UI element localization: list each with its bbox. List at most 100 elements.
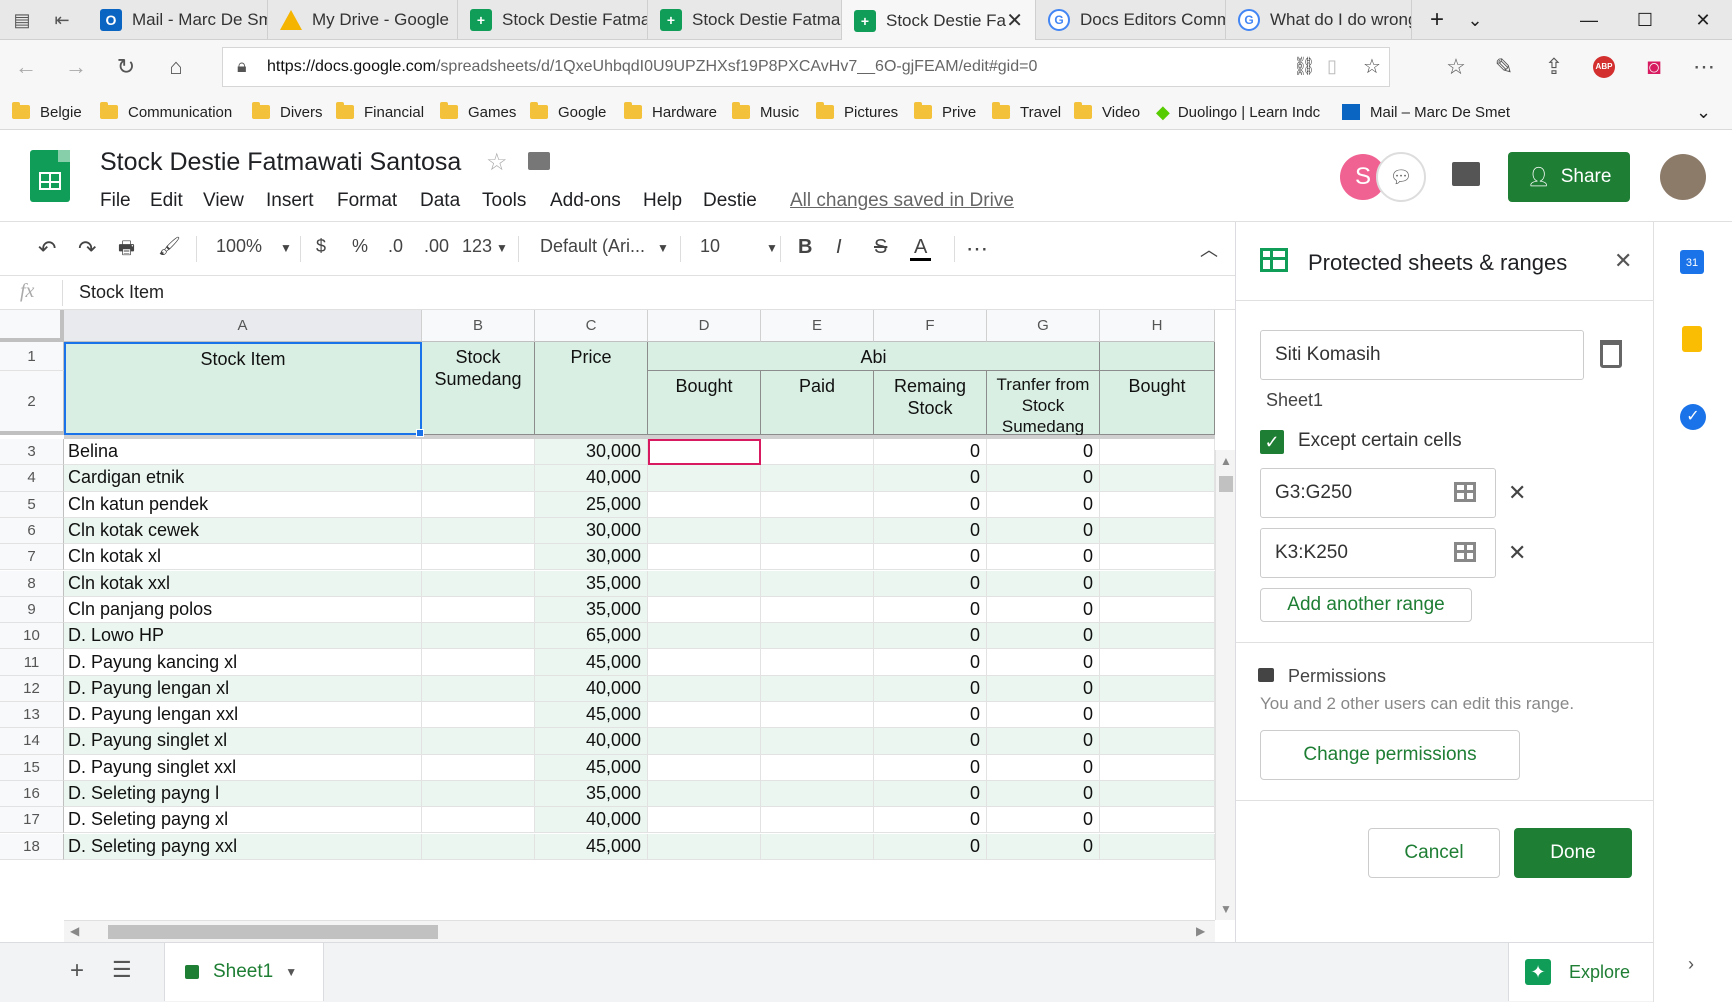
cell-transfer[interactable]: 0: [987, 675, 1100, 702]
column-header[interactable]: A: [64, 310, 422, 342]
scope-label[interactable]: Sheet1: [1266, 390, 1323, 411]
cell-bought-h[interactable]: [1100, 596, 1215, 624]
cell-price[interactable]: 40,000: [535, 465, 648, 492]
font-family-select[interactable]: Default (Ari... ▼: [540, 236, 669, 257]
change-permissions-button[interactable]: Change permissions: [1260, 730, 1520, 780]
cell-bought-h[interactable]: [1100, 439, 1215, 466]
bookmark-folder[interactable]: Video: [1074, 100, 1140, 124]
cell-paid[interactable]: [761, 649, 874, 676]
move-folder-icon[interactable]: [528, 152, 550, 170]
browser-tab[interactable]: My Drive - Google: [268, 0, 458, 40]
menu-view[interactable]: View: [203, 190, 244, 212]
row-header[interactable]: 17: [0, 807, 64, 834]
cell-remaing-stock[interactable]: 0: [874, 570, 987, 597]
cell-bought-h[interactable]: [1100, 807, 1215, 834]
cell-remaing-stock[interactable]: 0: [874, 439, 987, 466]
cell-paid[interactable]: [761, 702, 874, 729]
cell-price[interactable]: 30,000: [535, 544, 648, 571]
cell-paid[interactable]: [761, 728, 874, 755]
column-header[interactable]: H: [1100, 310, 1215, 342]
header-h1[interactable]: [1100, 342, 1215, 371]
header-paid[interactable]: Paid: [761, 371, 874, 435]
cell-bought[interactable]: [648, 517, 761, 545]
selection-handle[interactable]: [416, 429, 424, 437]
cell-stock-sumedang[interactable]: [422, 623, 535, 650]
column-header[interactable]: G: [987, 310, 1100, 342]
cell-bought-h[interactable]: [1100, 544, 1215, 571]
expand-rail-icon[interactable]: ›: [1688, 954, 1694, 975]
row-header[interactable]: 5: [0, 491, 64, 518]
scroll-right-icon[interactable]: ▶: [1196, 924, 1205, 938]
bookmark-folder[interactable]: Music: [732, 100, 799, 124]
cell-stock-sumedang[interactable]: [422, 596, 535, 624]
cell-bought-h[interactable]: [1100, 649, 1215, 676]
cell-price[interactable]: 35,000: [535, 596, 648, 624]
bookmark-folder[interactable]: Communication: [100, 100, 232, 124]
cell-stock-item[interactable]: Belina: [64, 439, 422, 466]
pocket-icon[interactable]: ◙: [1636, 50, 1672, 84]
vertical-scrollbar-track[interactable]: ▲ ▼: [1215, 450, 1235, 920]
menu-format[interactable]: Format: [337, 190, 397, 212]
redo-icon[interactable]: ↷: [78, 236, 96, 262]
add-range-button[interactable]: Add another range: [1260, 588, 1472, 622]
back-icon[interactable]: ←: [8, 50, 44, 84]
bold-button[interactable]: B: [798, 236, 812, 259]
cell-stock-sumedang[interactable]: [422, 491, 535, 518]
sheets-logo-icon[interactable]: [30, 150, 70, 202]
cancel-button[interactable]: Cancel: [1368, 828, 1500, 878]
refresh-icon[interactable]: ↻: [108, 50, 144, 84]
select-all-corner[interactable]: [0, 310, 64, 342]
cell-bought-h[interactable]: [1100, 623, 1215, 650]
cell-bought-h[interactable]: [1100, 675, 1215, 702]
cell-stock-sumedang[interactable]: [422, 517, 535, 545]
bookmark-link[interactable]: ◆ Duolingo | Learn Indc: [1156, 100, 1320, 124]
cell-paid[interactable]: [761, 491, 874, 518]
except-checkbox[interactable]: ✓: [1260, 430, 1284, 454]
menu-insert[interactable]: Insert: [266, 190, 314, 212]
row-header[interactable]: 8: [0, 570, 64, 597]
url-field[interactable]: 🔒︎ https://docs.google.com/spreadsheets/…: [222, 47, 1390, 87]
cell-stock-sumedang[interactable]: [422, 833, 535, 860]
cell-stock-sumedang[interactable]: [422, 754, 535, 781]
header-abi-group[interactable]: Abi: [648, 342, 1100, 371]
chat-users-icon[interactable]: 💬︎: [1376, 152, 1426, 202]
cell-transfer[interactable]: 0: [987, 596, 1100, 624]
print-icon[interactable]: 🖶︎: [118, 236, 135, 266]
cell-bought-h[interactable]: [1100, 491, 1215, 518]
formula-input[interactable]: Stock Item: [79, 282, 164, 303]
browser-tab[interactable]: + Stock Destie Fatma: [648, 0, 842, 40]
bookmark-folder[interactable]: Prive: [914, 100, 976, 124]
text-color-button[interactable]: A: [910, 236, 932, 261]
cell-remaing-stock[interactable]: 0: [874, 491, 987, 518]
cell-stock-item[interactable]: Cln kotak xxl: [64, 570, 422, 597]
cell-remaing-stock[interactable]: 0: [874, 754, 987, 781]
cell-stock-item[interactable]: D. Seleting payng l: [64, 780, 422, 808]
bookmark-folder[interactable]: Belgie: [12, 100, 82, 124]
cell-transfer[interactable]: 0: [987, 465, 1100, 492]
cell-price[interactable]: 35,000: [535, 780, 648, 808]
set-aside-tabs-icon[interactable]: ⇤: [44, 3, 80, 37]
cell-stock-sumedang[interactable]: [422, 780, 535, 808]
scroll-down-icon[interactable]: ▼: [1220, 902, 1232, 916]
paint-format-icon[interactable]: 🖌︎: [158, 236, 181, 257]
cell-transfer[interactable]: 0: [987, 517, 1100, 545]
font-size-select[interactable]: 10 ▼: [700, 236, 778, 257]
column-header[interactable]: F: [874, 310, 987, 342]
decrease-decimal-button[interactable]: .0: [388, 236, 403, 257]
cell-price[interactable]: 65,000: [535, 623, 648, 650]
bookmark-folder[interactable]: Pictures: [816, 100, 898, 124]
more-formats-select[interactable]: 123 ▼: [462, 236, 508, 257]
cell-bought[interactable]: [648, 596, 761, 624]
cell-remaing-stock[interactable]: 0: [874, 649, 987, 676]
cell-bought[interactable]: [648, 728, 761, 755]
bookmark-link[interactable]: Mail – Marc De Smet: [1342, 100, 1510, 124]
cell-transfer[interactable]: 0: [987, 623, 1100, 650]
cell-price[interactable]: 40,000: [535, 675, 648, 702]
cell-stock-item[interactable]: D. Payung lengan xxl: [64, 702, 422, 729]
row-header[interactable]: 16: [0, 780, 64, 808]
cell-price[interactable]: 40,000: [535, 728, 648, 755]
add-sheet-icon[interactable]: +: [70, 957, 84, 985]
cell-stock-sumedang[interactable]: [422, 649, 535, 676]
cell-stock-sumedang[interactable]: [422, 570, 535, 597]
menu-tools[interactable]: Tools: [482, 190, 526, 212]
